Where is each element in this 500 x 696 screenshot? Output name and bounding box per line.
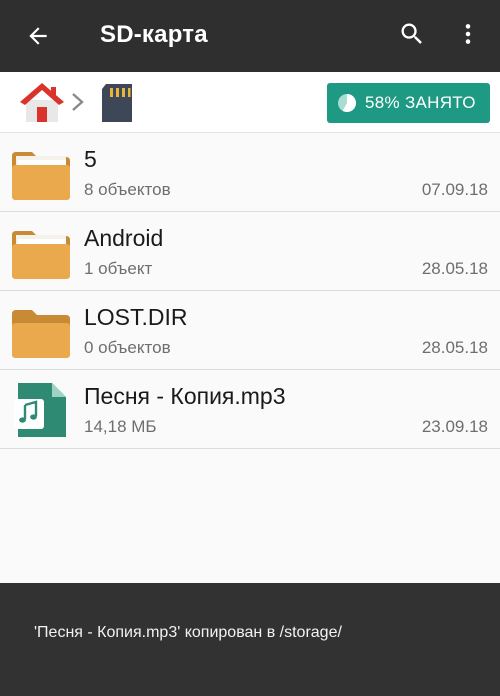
page-title: SD-карта: [100, 21, 208, 48]
pie-chart-icon: [338, 94, 356, 112]
breadcrumb-separator: [70, 88, 86, 116]
arrow-back-icon: [29, 27, 47, 45]
file-date: 23.09.18: [421, 417, 488, 436]
overflow-menu-button[interactable]: [452, 14, 484, 54]
audio-file-icon: [10, 379, 72, 441]
file-name: LOST.DIR: [84, 304, 188, 330]
more-vert-icon: [465, 24, 471, 44]
file-name: Android: [84, 225, 164, 251]
home-icon: [20, 83, 64, 122]
storage-usage-badge[interactable]: 58% ЗАНЯТО: [327, 83, 490, 123]
breadcrumb-sd-card[interactable]: [96, 80, 140, 126]
file-list-item-folder-android[interactable]: Android 1 объект 28.05.18: [0, 212, 500, 291]
file-date: 07.09.18: [421, 180, 488, 199]
breadcrumb-home[interactable]: [18, 80, 66, 124]
snackbar-message: 'Песня - Копия.mp3' копирован в /storage…: [34, 624, 342, 641]
folder-icon: [10, 142, 72, 204]
empty-folder-icon: [10, 300, 72, 362]
file-meta: 1 объект: [84, 259, 153, 278]
file-meta: 8 объектов: [84, 180, 171, 199]
search-button[interactable]: [392, 14, 432, 54]
file-name: 5: [84, 146, 97, 172]
snackbar: 'Песня - Копия.mp3' копирован в /storage…: [0, 583, 500, 696]
file-date: 28.05.18: [421, 259, 488, 278]
folder-icon: [10, 221, 72, 283]
file-meta: 14,18 МБ: [84, 417, 157, 436]
file-meta: 0 объектов: [84, 338, 171, 357]
search-icon: [401, 23, 422, 44]
app-bar: SD-карта: [0, 0, 500, 72]
file-date: 28.05.18: [421, 338, 488, 357]
file-list-item-audio[interactable]: Песня - Копия.mp3 14,18 МБ 23.09.18: [0, 370, 500, 449]
file-name: Песня - Копия.mp3: [84, 383, 286, 409]
file-list-item-folder-lost-dir[interactable]: LOST.DIR 0 объектов 28.05.18: [0, 291, 500, 370]
storage-usage-label: 58% ЗАНЯТО: [365, 93, 476, 112]
sd-card-icon: [102, 84, 132, 122]
file-list: 5 8 объектов 07.09.18 Android 1 объект 2…: [0, 133, 500, 449]
chevron-right-icon: [72, 93, 84, 111]
file-list-item-folder-5[interactable]: 5 8 объектов 07.09.18: [0, 133, 500, 212]
back-button[interactable]: [18, 16, 58, 56]
